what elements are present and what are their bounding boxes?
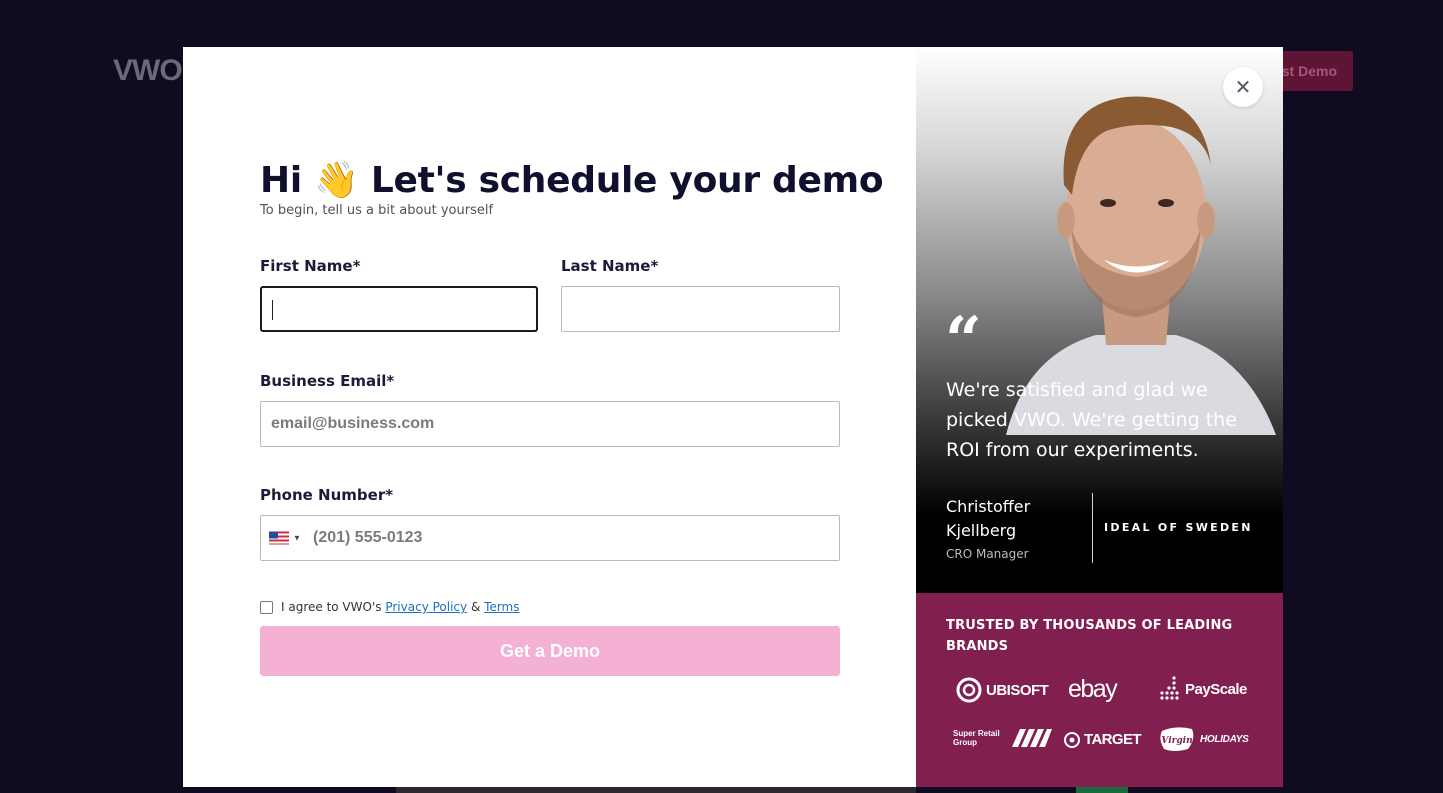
email-label: Business Email*	[260, 372, 395, 390]
trusted-brands: TRUSTED BY THOUSANDS OF LEADING BRANDS U…	[916, 593, 1283, 787]
last-name-field[interactable]	[561, 286, 840, 332]
phone-placeholder: (201) 555-0123	[313, 529, 423, 546]
testimonial-panel: ✕ “ We're satisfied and glad we picked V…	[916, 47, 1283, 787]
payscale-dots-icon	[1160, 676, 1179, 700]
vwo-logo: VWO	[113, 54, 183, 87]
page-subtitle: To begin, tell us a bit about yourself	[260, 203, 494, 218]
last-name-label: Last Name*	[561, 257, 659, 275]
testimonial-role: CRO Manager	[946, 547, 1029, 561]
first-name-field[interactable]	[260, 286, 538, 332]
first-name-label: First Name*	[260, 257, 361, 275]
close-icon: ✕	[1234, 75, 1252, 99]
super-retail-stripes-icon	[1012, 729, 1052, 747]
brands-title: TRUSTED BY THOUSANDS OF LEADING BRANDS	[946, 618, 1233, 654]
virgin-logo-icon: Virgin	[1160, 727, 1194, 751]
privacy-policy-link[interactable]: Privacy Policy	[385, 600, 467, 614]
target-bullseye-icon	[1064, 731, 1080, 748]
testimonial-card: ✕ “ We're satisfied and glad we picked V…	[916, 47, 1283, 593]
phone-label: Phone Number*	[260, 486, 394, 504]
terms-link[interactable]: Terms	[484, 600, 519, 614]
target-logo: TARGET	[1064, 731, 1142, 748]
ebay-logo: ebay	[1068, 675, 1118, 703]
country-code-select[interactable]: ▼	[269, 531, 301, 545]
agree-terms-row: I agree to VWO's Privacy Policy & Terms	[260, 600, 519, 614]
svg-text:Virgin: Virgin	[1161, 736, 1192, 746]
virgin-holidays-logo: Virgin HOLIDAYS	[1158, 725, 1249, 753]
divider	[1092, 493, 1093, 563]
demo-form: Hi 👋 Let's schedule your demo To begin, …	[183, 47, 916, 787]
email-placeholder: email@business.com	[271, 415, 435, 432]
testimonial-quote: We're satisfied and glad we picked VWO. …	[946, 379, 1237, 461]
background-content	[396, 786, 916, 793]
chevron-down-icon: ▼	[293, 533, 301, 543]
email-field[interactable]: email@business.com	[260, 401, 840, 447]
super-retail-group-logo: Super Retail Group	[953, 729, 1052, 747]
testimonial-author: Christoffer Kjellberg	[946, 497, 1031, 540]
close-modal-button[interactable]: ✕	[1223, 67, 1263, 107]
agree-text: I agree to VWO's Privacy Policy & Terms	[281, 600, 520, 614]
background-content-accent	[1076, 786, 1128, 793]
get-demo-button[interactable]: Get a Demo	[260, 626, 840, 676]
demo-modal: Hi 👋 Let's schedule your demo To begin, …	[183, 47, 1283, 787]
ubisoft-logo: UBISOFT	[956, 677, 1049, 703]
text-cursor	[272, 300, 273, 320]
page-title: Hi 👋 Let's schedule your demo	[260, 160, 884, 201]
quote-icon: “	[945, 303, 982, 378]
payscale-logo: PayScale	[1159, 675, 1247, 703]
phone-field[interactable]: ▼ (201) 555-0123	[260, 515, 840, 561]
company-logo: IDEAL OF SWEDEN	[1104, 521, 1253, 534]
ubisoft-swirl-icon	[956, 677, 982, 703]
agree-checkbox[interactable]	[260, 600, 273, 614]
us-flag-icon	[269, 531, 289, 545]
